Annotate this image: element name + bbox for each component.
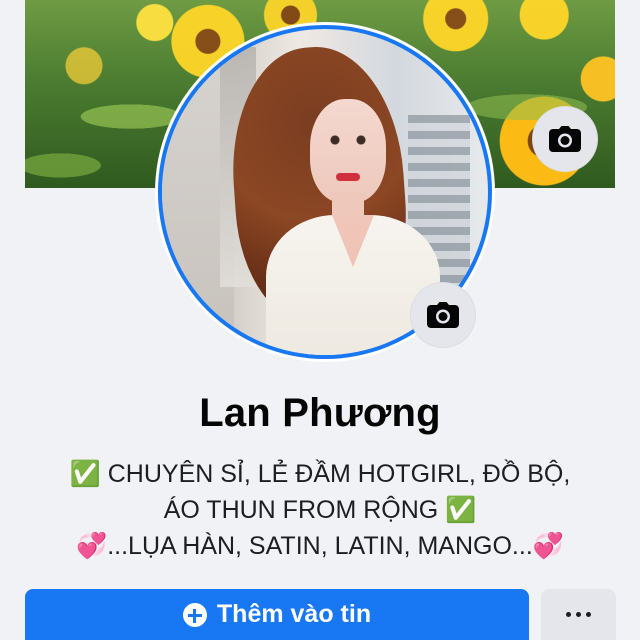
profile-name: Lan Phương bbox=[199, 391, 441, 435]
more-horizontal-icon bbox=[566, 612, 591, 617]
edit-cover-photo-button[interactable] bbox=[532, 106, 598, 172]
plus-circle-icon bbox=[182, 602, 207, 627]
bio-line: ✅ CHUYÊN SỈ, LẺ ĐẦM HOTGIRL, ĐỒ BỘ, bbox=[69, 460, 571, 488]
profile-screen: Lan Phương ✅ CHUYÊN SỈ, LẺ ĐẦM HOTGIRL, … bbox=[0, 0, 640, 640]
camera-icon bbox=[549, 126, 581, 152]
edit-profile-picture-button[interactable] bbox=[410, 282, 476, 348]
camera-icon bbox=[427, 302, 459, 328]
bio-line: ÁO THUN FROM RỘNG ✅ bbox=[163, 496, 477, 524]
more-options-button[interactable] bbox=[541, 589, 616, 640]
person-top bbox=[266, 215, 440, 355]
bio-line: 💞...LỤA HÀN, SATIN, LATIN, MANGO...💞 bbox=[76, 532, 564, 560]
add-to-story-label: Thêm vào tin bbox=[216, 600, 372, 628]
person-face bbox=[310, 99, 386, 203]
add-to-story-button[interactable]: Thêm vào tin bbox=[25, 589, 529, 640]
profile-bio: ✅ CHUYÊN SỈ, LẺ ĐẦM HOTGIRL, ĐỒ BỘ, ÁO T… bbox=[52, 456, 588, 564]
